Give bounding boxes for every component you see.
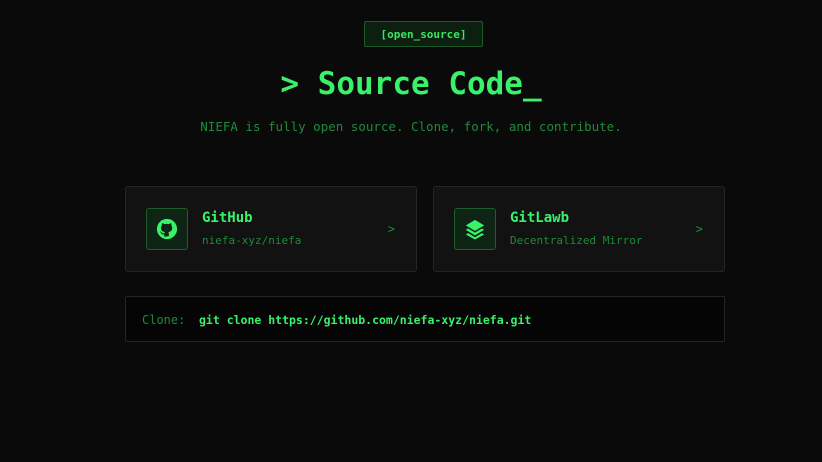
page: [open_source] > Source Code_ NIEFA is fu… xyxy=(0,0,822,462)
gitlawb-card[interactable]: GitLawb Decentralized Mirror > xyxy=(433,186,725,272)
github-title: GitHub xyxy=(202,210,253,226)
clone-label: Clone: xyxy=(142,313,186,327)
chevron-right-icon: > xyxy=(387,222,395,236)
page-subtitle: NIEFA is fully open source. Clone, fork,… xyxy=(200,119,622,134)
github-repo: niefa-xyz/niefa xyxy=(202,234,302,247)
gitlawb-subtitle: Decentralized Mirror xyxy=(510,234,643,247)
page-title: > Source Code_ xyxy=(280,66,542,102)
open-source-badge: [open_source] xyxy=(364,21,483,47)
layers-icon xyxy=(454,208,496,250)
clone-command[interactable]: git clone https://github.com/niefa-xyz/n… xyxy=(199,312,531,328)
clone-command-box[interactable]: Clone: git clone https://github.com/nief… xyxy=(125,296,725,342)
chevron-right-icon: > xyxy=(695,222,703,236)
github-icon xyxy=(146,208,188,250)
gitlawb-title: GitLawb xyxy=(510,210,570,226)
github-card[interactable]: GitHub niefa-xyz/niefa > xyxy=(125,186,417,272)
